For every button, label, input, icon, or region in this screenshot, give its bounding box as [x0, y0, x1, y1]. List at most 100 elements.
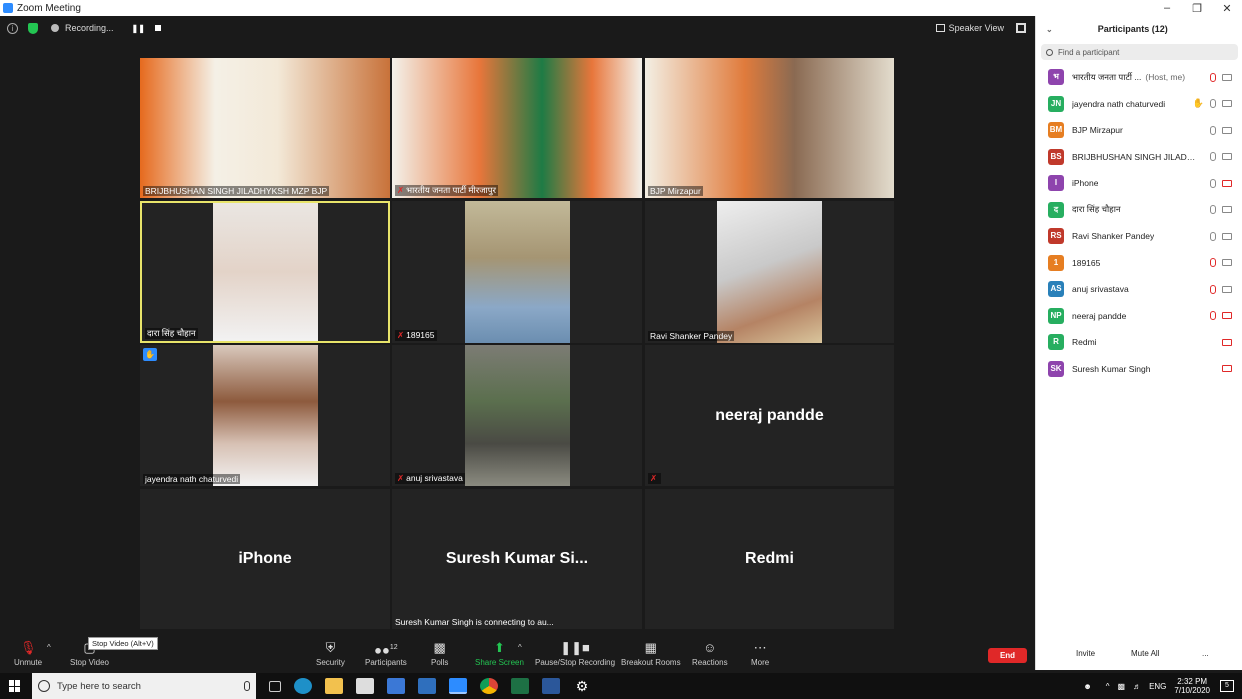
smiley-icon: ☺: [703, 640, 717, 655]
avatar: JN: [1048, 95, 1064, 112]
network-icon[interactable]: ▩: [1118, 682, 1126, 691]
participant-row[interactable]: IiPhone: [1036, 170, 1242, 197]
recording-status: Recording...: [65, 23, 114, 33]
taskbar-clock[interactable]: 2:32 PM 7/10/2020: [1174, 677, 1210, 695]
participant-row[interactable]: द दारा सिंह चौहान: [1036, 197, 1242, 224]
mail-icon[interactable]: [387, 678, 405, 694]
notification-center-icon[interactable]: 5: [1220, 680, 1234, 692]
avatar: भ: [1048, 69, 1064, 86]
participants-panel-title: Participants (12): [1097, 24, 1168, 34]
video-tile-active-speaker[interactable]: दारा सिंह चौहान: [140, 201, 390, 343]
participant-row[interactable]: AS anuj srivastava: [1036, 276, 1242, 303]
participant-status-icons: [1222, 338, 1232, 346]
zoom-app-icon: [3, 3, 13, 13]
people-icon[interactable]: ☻: [1083, 682, 1091, 691]
participant-status-icons: ✋: [1193, 98, 1232, 109]
more-options-button[interactable]: ...: [1198, 648, 1213, 659]
muted-microphone-icon: [1210, 258, 1216, 268]
share-options-caret[interactable]: ^: [518, 643, 522, 652]
find-participant-input[interactable]: Find a participant: [1041, 44, 1238, 60]
avatar: R: [1048, 334, 1064, 351]
chrome-icon[interactable]: [480, 678, 498, 694]
video-camera-icon: [1222, 153, 1232, 161]
participant-name-text: 189165: [406, 330, 435, 340]
pause-recording-icon[interactable]: ❚❚: [132, 24, 145, 33]
edge-browser-icon[interactable]: [294, 678, 312, 694]
volume-icon[interactable]: ♬: [1133, 682, 1141, 691]
participants-button[interactable]: ●●12 Participants: [365, 641, 407, 667]
video-tile[interactable]: neeraj pandde ✗: [645, 345, 894, 486]
taskbar-search-box[interactable]: Type here to search: [32, 673, 256, 699]
zoom-taskbar-icon[interactable]: [449, 678, 467, 694]
speaker-view-button[interactable]: Speaker View: [935, 23, 1004, 33]
raised-hand-icon: ✋: [1192, 98, 1204, 109]
video-tile[interactable]: BRIJBHUSHAN SINGH JILADHYKSH MZP BJP: [140, 58, 390, 198]
file-explorer-icon[interactable]: [325, 678, 343, 694]
stop-recording-icon[interactable]: [154, 25, 161, 31]
video-tile[interactable]: ✗ भारतीय जनता पार्टी मीरजापुर: [392, 58, 642, 198]
fullscreen-icon[interactable]: [1016, 23, 1026, 33]
word-icon[interactable]: [542, 678, 560, 694]
participants-panel-header: ⌄ Participants (12): [1036, 16, 1242, 42]
participant-name-text: anuj srivastava: [406, 473, 463, 483]
outlook-icon[interactable]: [418, 678, 436, 694]
more-button[interactable]: ⋯ More: [751, 641, 769, 668]
participant-name: 189165: [1072, 257, 1101, 268]
task-view-icon[interactable]: [269, 680, 281, 692]
video-tile[interactable]: Ravi Shanker Pandey: [645, 201, 894, 343]
info-icon[interactable]: i: [7, 22, 18, 34]
reactions-label: Reactions: [692, 658, 728, 667]
video-feed: [645, 58, 894, 198]
participant-row[interactable]: BM BJP Mirzapur: [1036, 117, 1242, 144]
participant-row[interactable]: R Redmi: [1036, 329, 1242, 356]
share-screen-button[interactable]: ⬆ Share Screen: [475, 641, 524, 668]
store-icon[interactable]: [356, 678, 374, 694]
end-meeting-button[interactable]: End: [988, 648, 1027, 663]
muted-microphone-icon: [1210, 311, 1216, 321]
language-indicator[interactable]: ENG: [1149, 682, 1166, 691]
video-tile[interactable]: jayendra nath chaturvedi: [140, 345, 390, 486]
excel-icon[interactable]: [511, 678, 529, 694]
participant-row[interactable]: NP neeraj pandde: [1036, 303, 1242, 330]
video-tile[interactable]: ✗ anuj srivastava: [392, 345, 642, 486]
close-button[interactable]: ✕: [1212, 2, 1242, 15]
participant-row[interactable]: SK Suresh Kumar Singh: [1036, 356, 1242, 383]
restore-button[interactable]: ❐: [1182, 2, 1212, 15]
encryption-shield-icon[interactable]: [28, 22, 38, 34]
breakout-rooms-button[interactable]: ▦ Breakout Rooms: [621, 641, 681, 668]
participant-name-label: BJP Mirzapur: [648, 186, 703, 196]
participant-row[interactable]: 1 189165: [1036, 250, 1242, 277]
muted-mic-icon: ✗: [650, 473, 658, 483]
video-tile[interactable]: ✗ 189165: [392, 201, 642, 343]
video-tile[interactable]: BJP Mirzapur: [645, 58, 894, 198]
video-camera-icon: [1222, 285, 1232, 293]
windows-start-icon[interactable]: [9, 680, 21, 692]
video-tile[interactable]: Suresh Kumar Si... Suresh Kumar Singh is…: [392, 489, 642, 629]
window-title-bar: Zoom Meeting – ❐ ✕: [0, 0, 1242, 16]
minimize-button[interactable]: –: [1152, 2, 1182, 15]
video-feed: [465, 345, 570, 486]
invite-button[interactable]: Invite: [1072, 648, 1099, 659]
mute-all-button[interactable]: Mute All: [1127, 648, 1163, 659]
participant-row[interactable]: भ भारतीय जनता पार्टी ... (Host, me): [1036, 64, 1242, 91]
shield-icon: ⛨: [325, 640, 336, 655]
participant-row[interactable]: BS BRIJBHUSHAN SINGH JILADHYKS...: [1036, 144, 1242, 171]
chevron-down-icon[interactable]: ⌄: [1046, 25, 1053, 34]
participant-status-icons: [1210, 125, 1232, 135]
video-tile[interactable]: Redmi: [645, 489, 894, 629]
settings-gear-icon[interactable]: ⚙: [573, 678, 591, 694]
participant-row[interactable]: RS Ravi Shanker Pandey: [1036, 223, 1242, 250]
participant-status-icons: [1210, 311, 1232, 321]
tray-expand-caret[interactable]: ^: [1106, 682, 1110, 691]
reactions-button[interactable]: ☺ Reactions: [692, 640, 728, 668]
participant-name-label: ✗ anuj srivastava: [395, 473, 465, 484]
muted-microphone-icon: 🎙: [20, 640, 37, 655]
audio-options-caret[interactable]: ^: [47, 643, 51, 652]
participant-row[interactable]: JN jayendra nath chaturvedi ✋: [1036, 91, 1242, 118]
video-tile[interactable]: iPhone: [140, 489, 390, 629]
security-button[interactable]: ⛨ Security: [316, 640, 345, 668]
polls-button[interactable]: ▩ Polls: [431, 641, 448, 668]
pause-stop-recording-button[interactable]: ❚❚■ Pause/Stop Recording: [535, 641, 615, 668]
video-camera-icon: [1222, 232, 1232, 240]
unmute-button[interactable]: 🎙 Unmute: [14, 640, 42, 668]
